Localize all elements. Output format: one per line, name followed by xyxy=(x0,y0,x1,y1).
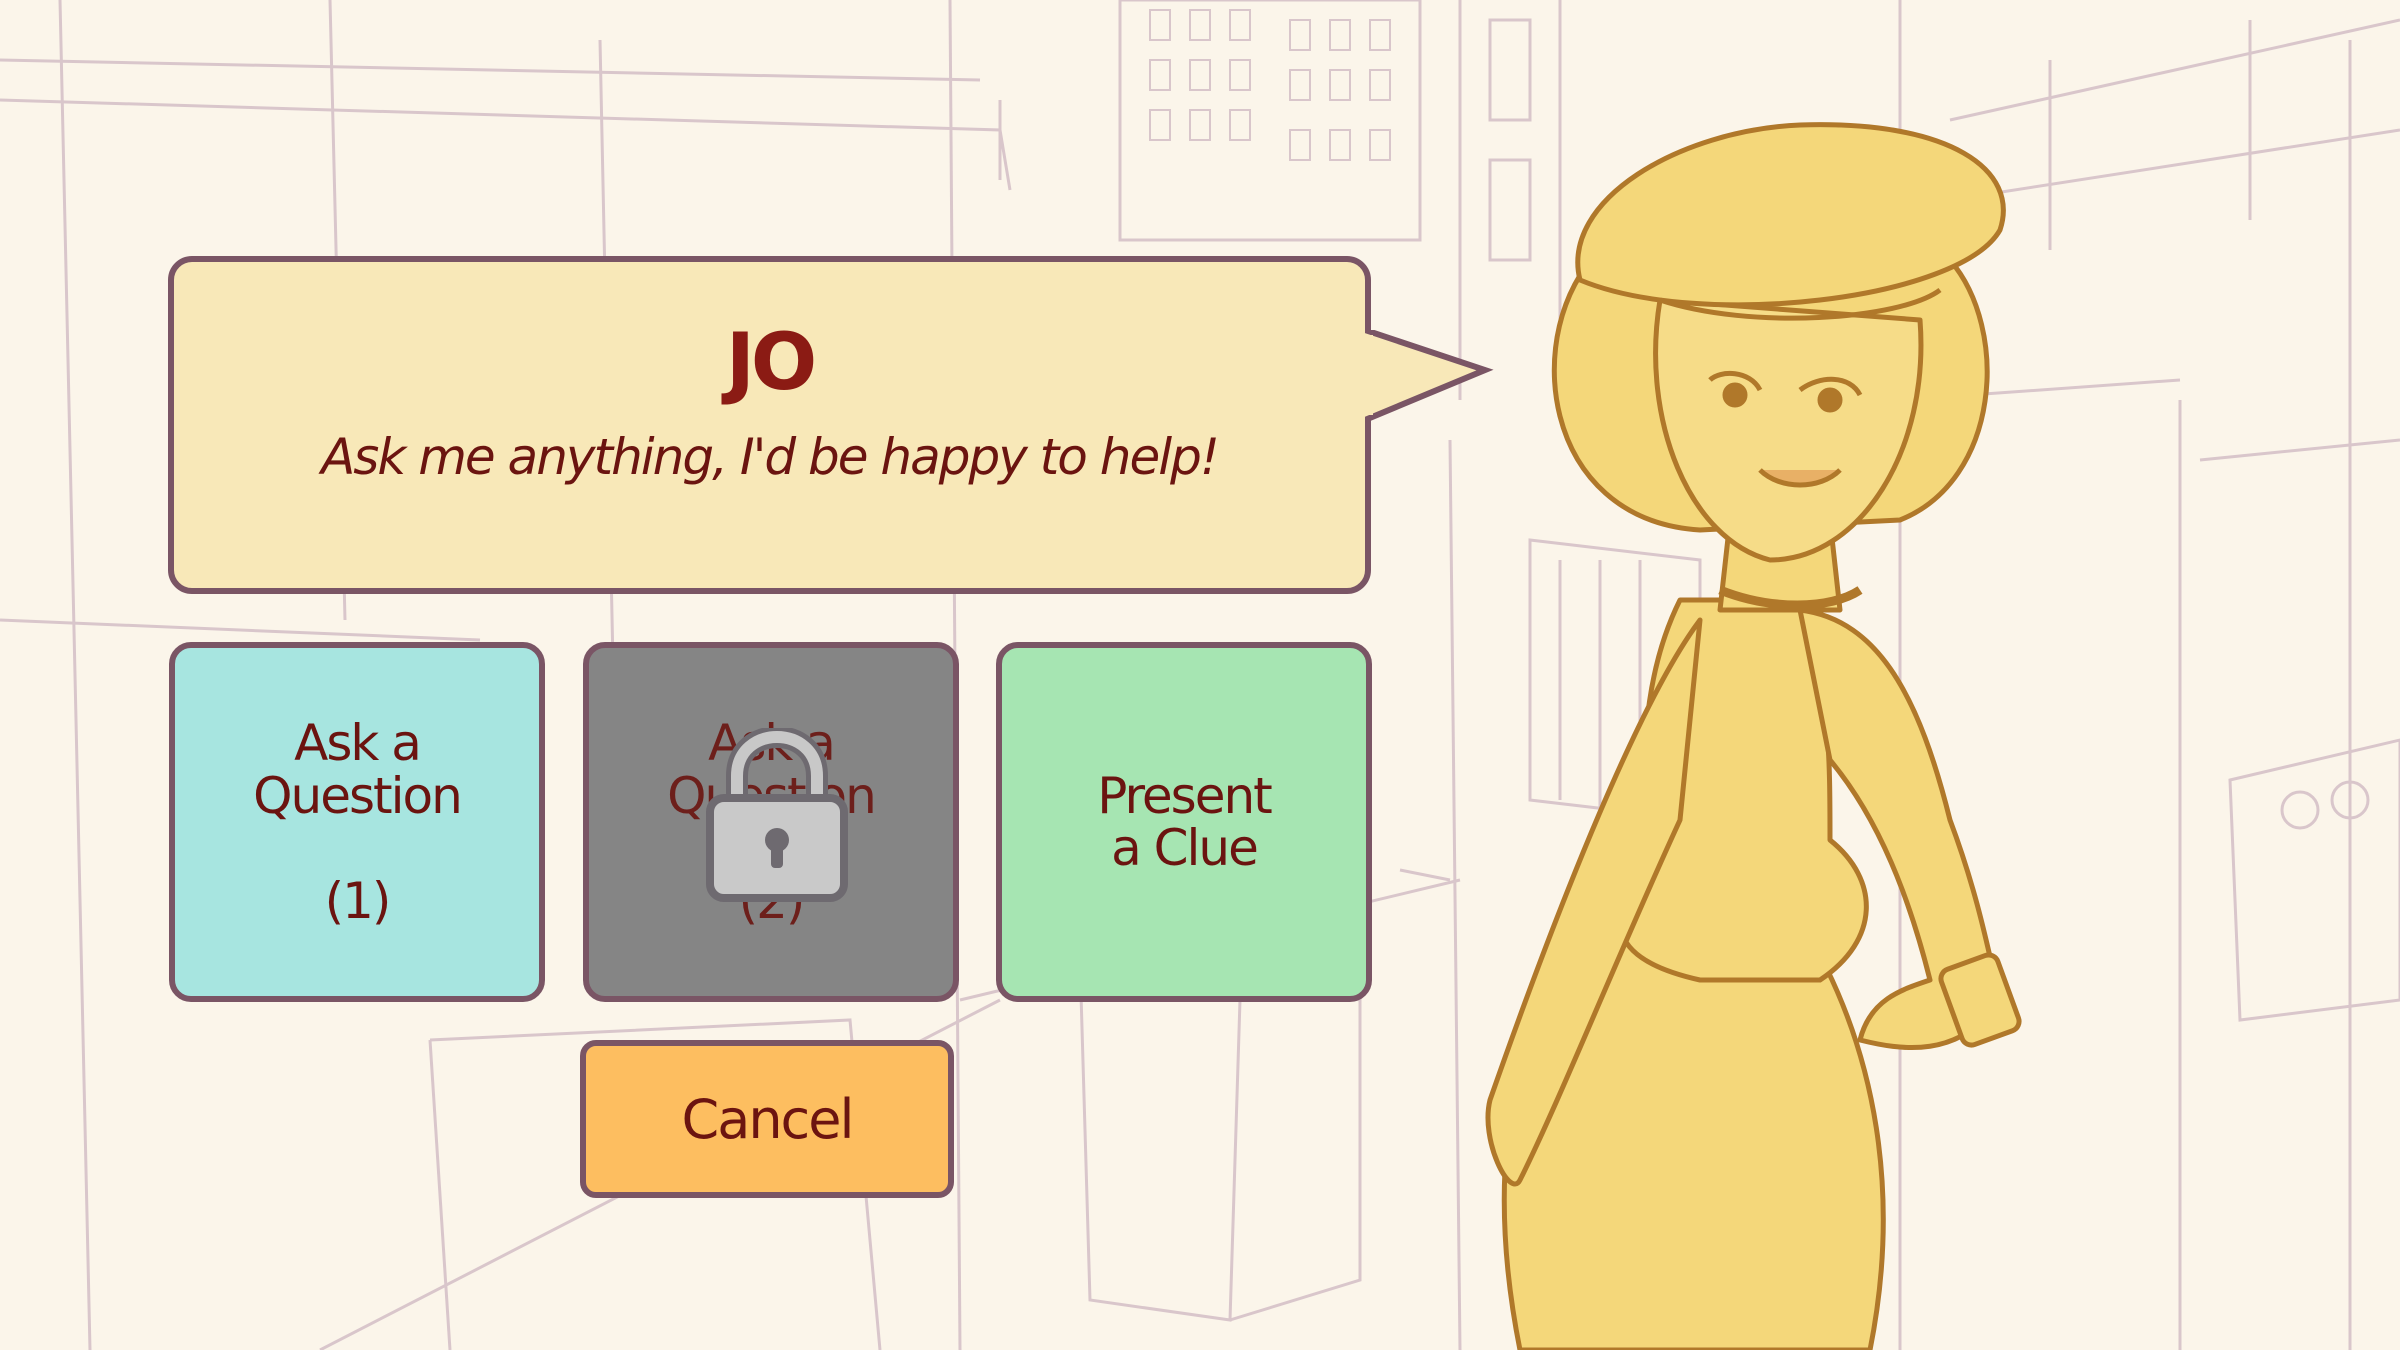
present-clue-button[interactable]: Present a Clue xyxy=(996,642,1372,1002)
cancel-button[interactable]: Cancel xyxy=(580,1040,954,1198)
lock-icon xyxy=(706,728,848,902)
present-clue-label: Present a Clue xyxy=(1097,766,1273,877)
ask-question-1-label: Ask a Question (1) xyxy=(253,714,463,930)
ask-question-2-button[interactable]: Ask a Question (2) xyxy=(583,642,959,1002)
dialog-bubble: JO Ask me anything, I'd be happy to help… xyxy=(168,256,1371,594)
dialog-text: Ask me anything, I'd be happy to help! xyxy=(321,428,1220,486)
speaker-name: JO xyxy=(725,318,817,408)
bubble-tail xyxy=(1365,330,1494,423)
ask-question-1-button[interactable]: Ask a Question (1) xyxy=(169,642,545,1002)
cancel-label: Cancel xyxy=(681,1087,855,1151)
